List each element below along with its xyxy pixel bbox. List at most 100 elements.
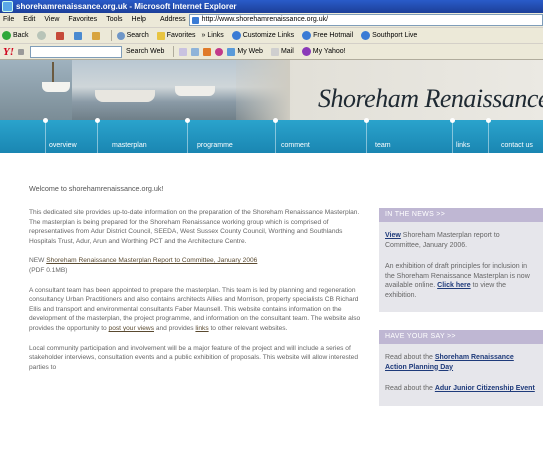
junior-citizenship-link[interactable]: Adur Junior Citizenship Event: [435, 385, 535, 392]
my-yahoo-icon: [301, 47, 311, 56]
main-nav: overview masterplan programme comment te…: [0, 118, 543, 153]
nav-links[interactable]: links: [450, 118, 483, 153]
nav-bullet: [486, 118, 491, 123]
post-your-views-link[interactable]: post your views: [109, 325, 154, 332]
nav-team[interactable]: team: [364, 118, 407, 153]
news-item: View Shoreham Masterplan report to Commi…: [385, 232, 500, 249]
menu-view[interactable]: View: [44, 13, 59, 27]
page-menu-icon[interactable]: [191, 47, 200, 56]
window-title-bar: shorehamrenaissance.org.uk - Microsoft I…: [0, 0, 543, 13]
say-box: Read about the Shoreham Renaissance Acti…: [379, 344, 543, 406]
mail-button[interactable]: Mail: [269, 44, 294, 59]
new-report-paragraph: NEW Shoreham Renaissance Masterplan Repo…: [29, 257, 258, 274]
community-paragraph: Local community participation and involv…: [29, 344, 359, 371]
refresh-icon: [73, 31, 82, 40]
logo-second-word: Renaissance: [424, 84, 543, 113]
search-button[interactable]: Search: [115, 28, 149, 43]
main-content: Welcome to shorehamrenaissance.org.uk! T…: [29, 168, 363, 382]
my-web-icon: [227, 47, 236, 56]
click-here-link[interactable]: Click here: [437, 282, 470, 289]
page-icon: [191, 16, 199, 24]
menu-help[interactable]: Help: [132, 13, 146, 27]
sidebar: IN THE NEWS >> View Shoreham Masterplan …: [379, 208, 543, 406]
menu-bar: File Edit View Favorites Tools Help Addr…: [0, 13, 543, 28]
yahoo-search-input[interactable]: [30, 45, 122, 58]
mail-icon: [270, 47, 279, 56]
nav-bullet: [185, 118, 190, 123]
pencil-icon[interactable]: [18, 48, 24, 55]
boat-mast: [52, 62, 54, 84]
separator: [110, 30, 112, 41]
nav-bullet: [364, 118, 369, 123]
links-link[interactable]: links: [195, 325, 208, 332]
home-icon: [91, 31, 100, 40]
separator: [173, 46, 175, 57]
stop-icon: [55, 31, 64, 40]
site-banner: Shoreham Renaissance: [0, 60, 543, 120]
stop-button[interactable]: [54, 31, 66, 40]
my-yahoo-button[interactable]: My Yahoo!: [300, 44, 346, 59]
boat: [95, 90, 155, 102]
address-bar[interactable]: http://www.shorehamrenaissance.org.uk/: [188, 14, 543, 26]
page-heading: Welcome to shorehamrenaissance.org.uk!: [29, 184, 164, 193]
links-label: » Links: [201, 32, 224, 39]
highlight-icon[interactable]: [179, 47, 188, 56]
star-icon: [156, 31, 165, 40]
search-icon: [116, 31, 125, 40]
say-item: Read about the Shoreham Renaissance Acti…: [385, 354, 514, 371]
search-web-button[interactable]: Search Web: [126, 44, 164, 59]
refresh-button[interactable]: [72, 31, 84, 40]
nav-overview[interactable]: overview: [43, 118, 94, 153]
nav-comment[interactable]: comment: [273, 118, 326, 153]
intro-paragraph: This dedicated site provides up-to-date …: [29, 209, 360, 245]
masterplan-report-link[interactable]: Shoreham Renaissance Masterplan Report t…: [46, 257, 257, 264]
forward-arrow-icon: [36, 31, 46, 40]
yahoo-toolbar: Y! Search Web My Web Mail My Yahoo!: [0, 44, 543, 60]
ie-page-icon: [302, 31, 312, 40]
window-title: shorehamrenaissance.org.uk - Microsoft I…: [16, 2, 237, 11]
menu-favorites[interactable]: Favorites: [68, 13, 97, 27]
logo-first-word: Shoreham: [318, 84, 419, 113]
address-value: http://www.shorehamrenaissance.org.uk/: [201, 16, 329, 23]
news-item: An exhibition of draft principles for in…: [385, 263, 530, 299]
menu-file[interactable]: File: [3, 13, 14, 27]
favorites-button[interactable]: Favorites: [155, 28, 196, 43]
back-button[interactable]: Back: [0, 28, 29, 43]
photo-fade: [236, 60, 290, 120]
view-report-link[interactable]: View: [385, 232, 401, 239]
nav-bullet: [95, 118, 100, 123]
customize-links-link[interactable]: Customize Links: [230, 28, 294, 43]
news-box: View Shoreham Masterplan report to Commi…: [379, 222, 543, 312]
forward-button[interactable]: [35, 31, 48, 40]
ie-icon: [2, 1, 13, 12]
menu-edit[interactable]: Edit: [23, 13, 35, 27]
free-hotmail-link[interactable]: Free Hotmail: [300, 28, 353, 43]
address-label: Address: [159, 16, 186, 23]
back-arrow-icon: [2, 31, 11, 40]
nav-bullet: [450, 118, 455, 123]
in-the-news-header: IN THE NEWS >>: [379, 208, 543, 222]
boat: [42, 82, 70, 92]
nav-programme[interactable]: programme: [185, 118, 248, 153]
say-item: Read about the Adur Junior Citizenship E…: [385, 385, 535, 392]
spacer: [379, 312, 543, 330]
home-button[interactable]: [90, 31, 102, 40]
standard-toolbar: Back Search Favorites » Links Customize …: [0, 28, 543, 44]
yahoo-logo[interactable]: Y!: [3, 46, 14, 58]
ie-page-icon: [361, 31, 371, 40]
site-logo[interactable]: Shoreham Renaissance: [318, 74, 543, 116]
southport-live-link[interactable]: Southport Live: [359, 28, 417, 43]
nav-bullet: [273, 118, 278, 123]
plus-icon[interactable]: [203, 47, 212, 56]
ie-page-icon: [231, 31, 241, 40]
nav-masterplan[interactable]: masterplan: [95, 118, 152, 153]
my-web-button[interactable]: My Web: [225, 44, 263, 59]
answers-icon[interactable]: [215, 47, 224, 56]
have-your-say-header: HAVE YOUR SAY >>: [379, 330, 543, 344]
nav-contact-us[interactable]: contact us: [486, 118, 543, 153]
menu-tools[interactable]: Tools: [106, 13, 122, 27]
harbour-photo: [0, 60, 290, 120]
boat: [175, 86, 215, 96]
consultant-paragraph: A consultant team has been appointed to …: [29, 286, 361, 332]
nav-bullet: [43, 118, 48, 123]
